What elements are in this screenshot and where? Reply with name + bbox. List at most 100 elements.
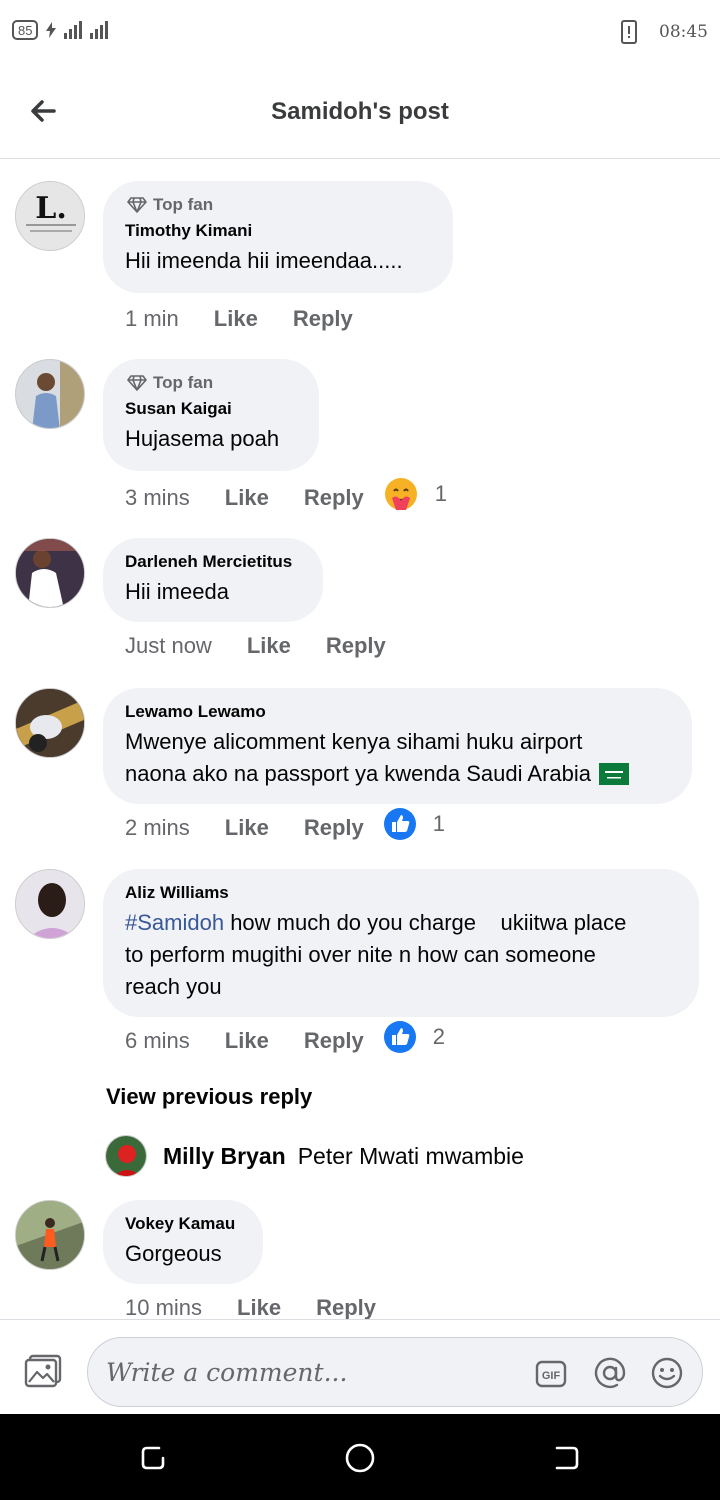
comments-list[interactable]: L. Top fan Timothy Kimani Hii imeenda hi… xyxy=(0,159,720,1319)
status-right: 08:45 xyxy=(621,20,708,44)
avatar[interactable] xyxy=(15,538,85,608)
badge-label: Top fan xyxy=(153,373,214,392)
diamond-icon xyxy=(127,197,147,213)
comment-author[interactable]: Aliz Williams xyxy=(125,883,677,903)
care-emoji-icon xyxy=(384,478,417,510)
emoji-icon[interactable] xyxy=(650,1356,684,1390)
comment-text: Hujasema poah xyxy=(125,426,280,451)
comment-bubble[interactable]: Darleneh Mercietitus Hii imeeda xyxy=(103,538,323,622)
svg-text:GIF: GIF xyxy=(542,1370,561,1382)
recent-apps-icon[interactable] xyxy=(137,1442,169,1474)
home-icon[interactable] xyxy=(344,1442,376,1474)
reply-button[interactable]: Reply xyxy=(304,815,364,841)
comment-time: 2 mins xyxy=(125,815,190,840)
comment-actions: 10 mins Like Reply xyxy=(125,1295,411,1319)
saudi-flag-icon xyxy=(599,763,629,785)
comment-bubble[interactable]: Vokey Kamau Gorgeous xyxy=(103,1200,263,1284)
comment-time: Just now xyxy=(125,633,212,658)
comment-actions: 3 mins Like Reply 1 xyxy=(125,478,447,512)
nested-reply[interactable]: Milly Bryan Peter Mwati mwambie xyxy=(105,1135,524,1177)
like-emoji-icon xyxy=(383,1021,416,1053)
comment-time: 1 min xyxy=(125,306,179,331)
reply-author[interactable]: Milly Bryan xyxy=(163,1143,286,1170)
avatar-photo xyxy=(16,360,84,428)
status-left: 85 xyxy=(12,20,109,40)
comment-author[interactable]: Darleneh Mercietitus xyxy=(125,552,301,572)
comment-text-line: naona ako na passport ya kwenda Saudi Ar… xyxy=(125,758,670,790)
reply-button[interactable]: Reply xyxy=(316,1295,376,1319)
reply-button[interactable]: Reply xyxy=(304,485,364,511)
comment-bubble[interactable]: Aliz Williams #Samidoh how much do you c… xyxy=(103,869,699,1017)
comment-time: 10 mins xyxy=(125,1295,203,1319)
comment-text: Mwenye alicomment kenya sihami huku airp… xyxy=(125,726,670,790)
photo-icon[interactable] xyxy=(24,1354,62,1388)
like-button[interactable]: Like xyxy=(225,485,269,511)
svg-text:L.: L. xyxy=(35,191,67,226)
like-emoji-icon xyxy=(383,808,416,840)
avatar-photo xyxy=(16,539,84,607)
comment-composer: Write a comment... GIF xyxy=(0,1319,720,1415)
comment-input-placeholder: Write a comment... xyxy=(106,1358,348,1387)
comment-text-line-content: how much do you charge ukiitwa place xyxy=(224,910,627,935)
avatar[interactable] xyxy=(15,688,85,758)
comment-time: 6 mins xyxy=(125,1028,190,1053)
comment-actions: 1 min Like Reply xyxy=(125,306,388,332)
reaction-summary[interactable]: 1 xyxy=(383,476,447,512)
comment-text-line: #Samidoh how much do you charge ukiitwa … xyxy=(125,907,677,939)
comment-actions: 6 mins Like Reply 2 xyxy=(125,1021,445,1054)
reply-button[interactable]: Reply xyxy=(293,306,353,332)
avatar[interactable] xyxy=(105,1135,147,1177)
reaction-count: 2 xyxy=(432,1024,445,1049)
reaction-count: 1 xyxy=(432,811,445,836)
comment-text-line: reach you xyxy=(125,974,222,999)
charging-icon xyxy=(46,22,57,38)
badge-label: Top fan xyxy=(153,195,214,214)
like-button[interactable]: Like xyxy=(237,1295,281,1319)
gif-icon[interactable]: GIF xyxy=(535,1358,567,1390)
comment-input[interactable]: Write a comment... GIF xyxy=(87,1337,703,1407)
avatar-photo xyxy=(16,870,84,938)
avatar-logo-image: L. xyxy=(16,182,84,250)
comment-bubble[interactable]: Top fan Timothy Kimani Hii imeenda hii i… xyxy=(103,181,453,293)
system-nav-bar xyxy=(0,1414,720,1500)
comment-author[interactable]: Vokey Kamau xyxy=(125,1214,241,1234)
comment-bubble[interactable]: Lewamo Lewamo Mwenye alicomment kenya si… xyxy=(103,688,692,804)
reply-button[interactable]: Reply xyxy=(304,1028,364,1054)
avatar-photo xyxy=(16,1201,84,1269)
like-button[interactable]: Like xyxy=(225,815,269,841)
comment-author[interactable]: Susan Kaigai xyxy=(125,399,297,419)
comment-time: 3 mins xyxy=(125,485,190,510)
like-button[interactable]: Like xyxy=(225,1028,269,1054)
mention-icon[interactable] xyxy=(593,1356,627,1390)
comment-author[interactable]: Timothy Kimani xyxy=(125,221,431,241)
like-button[interactable]: Like xyxy=(214,306,258,332)
comment-actions: 2 mins Like Reply 1 xyxy=(125,808,445,841)
phone-alert-icon xyxy=(621,20,637,44)
avatar-photo xyxy=(16,689,84,757)
avatar[interactable] xyxy=(15,1200,85,1270)
like-button[interactable]: Like xyxy=(247,633,291,659)
view-previous-reply-link[interactable]: View previous reply xyxy=(106,1084,312,1110)
comment-text-line: to perform mugithi over nite n how can s… xyxy=(125,942,596,967)
reaction-summary[interactable]: 2 xyxy=(383,1020,445,1054)
avatar[interactable] xyxy=(15,359,85,429)
comment-text: Hii imeeda xyxy=(125,579,229,604)
reply-text: Peter Mwati mwambie xyxy=(297,1142,524,1169)
comment-text: Hii imeenda hii imeendaa..... xyxy=(125,248,403,273)
top-fan-badge: Top fan xyxy=(127,373,297,393)
comment-text-line-content: naona ako na passport ya kwenda Saudi Ar… xyxy=(125,761,591,786)
reply-button[interactable]: Reply xyxy=(326,633,386,659)
comment-bubble[interactable]: Top fan Susan Kaigai Hujasema poah xyxy=(103,359,319,471)
comment-author[interactable]: Lewamo Lewamo xyxy=(125,702,670,722)
status-bar: 85 08:45 xyxy=(0,0,720,64)
comment-text: #Samidoh how much do you charge ukiitwa … xyxy=(125,907,677,1003)
avatar[interactable]: L. xyxy=(15,181,85,251)
post-header: Samidoh's post xyxy=(0,64,720,159)
avatar[interactable] xyxy=(15,869,85,939)
battery-level: 85 xyxy=(18,22,33,38)
hashtag-link[interactable]: #Samidoh xyxy=(125,910,224,935)
reaction-summary[interactable]: 1 xyxy=(383,807,445,841)
top-fan-badge: Top fan xyxy=(127,195,431,215)
back-nav-icon[interactable] xyxy=(551,1442,583,1474)
avatar-photo xyxy=(106,1136,146,1176)
